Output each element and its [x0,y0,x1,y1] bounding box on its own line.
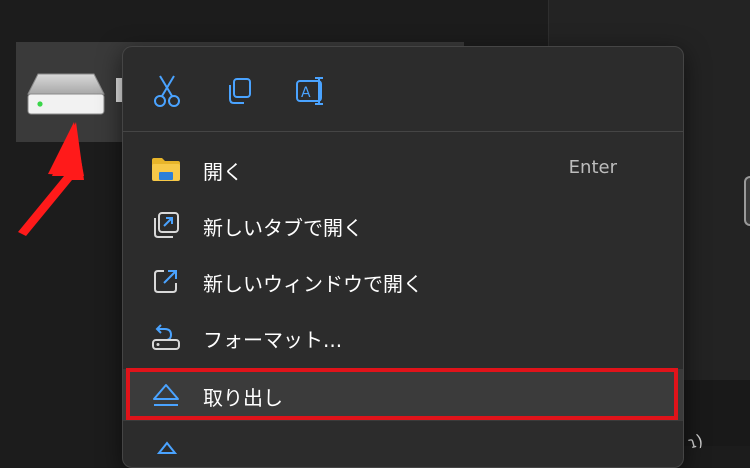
menu-item-label: 新しいタブで開く [203,216,363,240]
copy-button[interactable] [221,73,257,109]
menu-divider [123,131,683,132]
menu-item-open-in-new-tab[interactable]: 新しいタブで開く [123,197,683,253]
rename-icon: A [296,77,323,105]
open-in-new-tab-icon [151,211,181,239]
menu-item-shortcut: Enter [568,157,617,178]
rename-button[interactable]: A [293,73,329,109]
menu-item-open[interactable]: 開く Enter [123,141,683,197]
menu-item-partial[interactable] [123,427,683,467]
menu-item-format[interactable]: フォーマット... [123,309,683,365]
partial-item-icon [153,435,181,459]
menu-toolbar: A [123,47,683,131]
annotation-arrow-icon [18,122,84,236]
folder-icon [151,155,181,183]
open-in-new-window-icon [151,267,181,295]
svg-text:A: A [301,85,311,101]
menu-item-label: フォーマット... [203,328,343,352]
hard-drive-icon [26,72,106,120]
partial-device-icon [744,176,750,226]
cut-icon [154,75,180,107]
format-drive-icon [151,323,181,351]
copy-icon [229,78,251,104]
annotation-highlight-box [126,368,678,420]
cut-button[interactable] [149,73,185,109]
menu-item-label: 開く [203,160,243,184]
menu-item-open-in-new-window[interactable]: 新しいウィンドウで開く [123,253,683,309]
menu-item-label: 新しいウィンドウで開く [203,272,423,296]
